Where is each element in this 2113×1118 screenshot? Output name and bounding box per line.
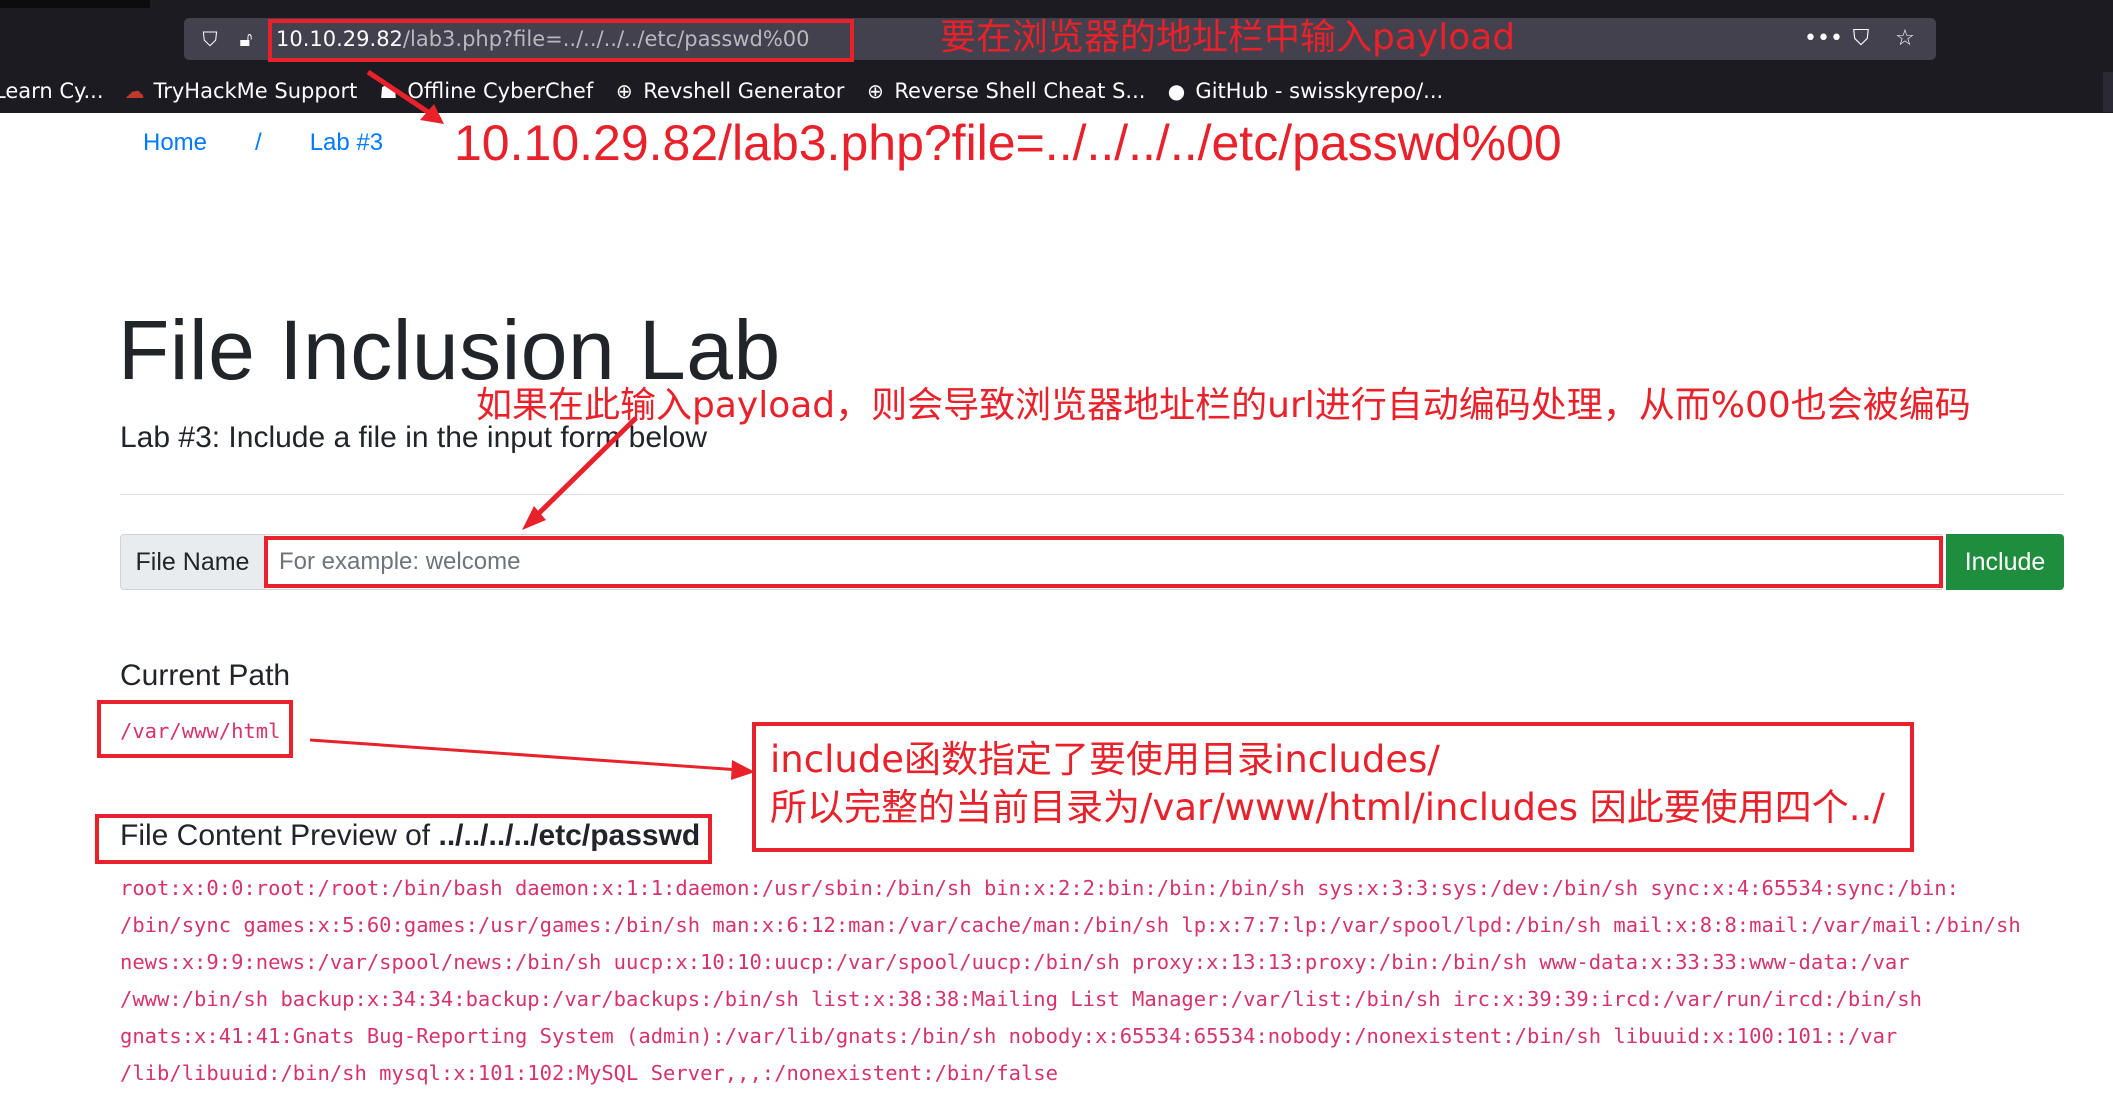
more-actions-icon[interactable]: •••	[1804, 25, 1843, 53]
breadcrumb-separator: /	[255, 129, 262, 156]
url-actions: ••• ⛉ ☆	[1804, 25, 1918, 53]
insecure-lock-icon[interactable]: 🔓︎	[232, 25, 260, 53]
chef-hat-icon: ☗	[379, 79, 398, 103]
file-name-label: File Name	[120, 534, 265, 590]
input-note: 如果在此输入payload，则会导致浏览器地址栏的url进行自动编码处理，从而%…	[476, 385, 1971, 426]
preview-line: /bin/sync games:x:5:60:games:/usr/games:…	[120, 913, 2021, 937]
breadcrumb-home[interactable]: Home	[143, 126, 207, 160]
github-icon: ●	[1167, 79, 1186, 103]
bookmark-star-icon[interactable]: ☆	[1892, 25, 1918, 53]
bookmark-label: Revshell Generator	[643, 79, 845, 103]
bookmark-revshell-generator[interactable]: ⊕ Revshell Generator	[613, 79, 845, 103]
bookmark-label: TryHackMe Support	[153, 79, 358, 103]
bookmark-github-swisskyrepo[interactable]: ● GitHub - swisskyrepo/...	[1165, 79, 1443, 103]
divider	[120, 494, 2064, 495]
bookmark-label: Learn Cy...	[0, 79, 104, 103]
pocket-icon[interactable]: ⛉	[1848, 25, 1874, 53]
preview-line: gnats:x:41:41:Gnats Bug-Reporting System…	[120, 1024, 1898, 1048]
payload-url-note: 10.10.29.82/lab3.php?file=../../../../et…	[454, 115, 1562, 171]
preview-line: news:x:9:9:news:/var/spool/news:/bin/sh …	[120, 950, 1910, 974]
bookmark-tryhackme-support[interactable]: ☁ TryHackMe Support	[124, 79, 358, 103]
bookmark-learn[interactable]: Learn Cy...	[0, 79, 104, 103]
callout-line-1: include函数指定了要使用目录includes/	[770, 738, 1440, 781]
preview-line: root:x:0:0:root:/root:/bin/bash daemon:x…	[120, 876, 1959, 900]
preview-heading-highlight-box	[95, 814, 712, 864]
preview-line: /lib/libuuid:/bin/sh mysql:x:101:102:MyS…	[120, 1061, 1058, 1085]
bookmark-offline-cyberchef[interactable]: ☗ Offline CyberChef	[377, 79, 593, 103]
current-path-highlight-box	[97, 700, 293, 758]
bookmark-label: Reverse Shell Cheat S...	[894, 79, 1146, 103]
globe-icon: ⊕	[615, 79, 633, 103]
bookmark-reverse-shell-cheat[interactable]: ⊕ Reverse Shell Cheat S...	[864, 79, 1145, 103]
shield-icon[interactable]: ⛉	[196, 25, 224, 53]
current-path-heading: Current Path	[120, 659, 291, 692]
urlbar-note: 要在浏览器的地址栏中输入payload	[940, 17, 1516, 58]
bookmark-label: GitHub - swisskyrepo/...	[1195, 79, 1444, 103]
bookmark-label: Offline CyberChef	[407, 79, 594, 103]
globe-icon: ⊕	[867, 79, 884, 103]
tab-strip-edge	[0, 0, 150, 8]
tryhackme-icon: ☁	[124, 79, 145, 103]
breadcrumb: Home / Lab #3	[143, 126, 383, 160]
preview-line: /www:/bin/sh backup:x:34:34:backup:/var/…	[120, 987, 1922, 1011]
arrowhead-note-to-input	[522, 506, 546, 530]
input-highlight-box	[264, 536, 1943, 588]
arrow-path-to-callout	[309, 738, 741, 772]
bookmarks-bar: Learn Cy... ☁ TryHackMe Support ☗ Offline …	[0, 72, 2113, 110]
url-highlight-box	[268, 19, 854, 62]
include-button[interactable]: Include	[1946, 534, 2064, 590]
breadcrumb-lab3[interactable]: Lab #3	[310, 126, 383, 160]
bookmarks-overflow	[2103, 72, 2113, 112]
file-content-preview: root:x:0:0:root:/root:/bin/bash daemon:x…	[120, 870, 2080, 1092]
callout-line-2: 所以完整的当前目录为/var/www/html/includes 因此要使用四个…	[770, 786, 1885, 829]
